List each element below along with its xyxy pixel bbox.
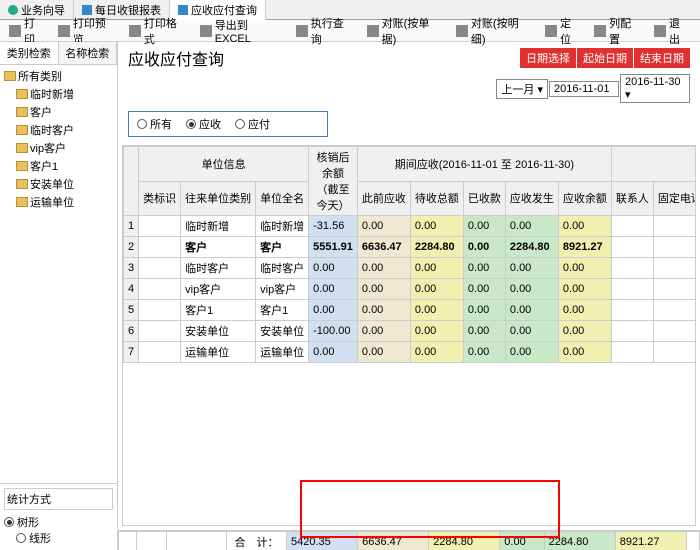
date-from-input[interactable]: 2016-11-01	[549, 81, 619, 97]
tree-item[interactable]: 临时客户	[2, 121, 115, 139]
col-header[interactable]: 应收发生	[505, 181, 558, 216]
filter-all-radio[interactable]: 所有	[137, 116, 172, 132]
tree-item[interactable]: 客户1	[2, 157, 115, 175]
side-tab-name[interactable]: 名称检索	[59, 42, 118, 64]
stat-line-radio[interactable]: 线形	[16, 530, 113, 546]
col-header[interactable]: 应收余额	[558, 181, 611, 216]
date-bar: 日期选择 起始日期 结束日期	[520, 48, 690, 68]
run-icon	[296, 25, 308, 37]
page-title: 应收应付查询	[128, 46, 224, 70]
col-header[interactable]: 单位全名	[256, 181, 309, 216]
table-row[interactable]: 5客户1客户10.000.000.000.000.000.00	[124, 300, 697, 321]
col-header[interactable]: 类标识	[139, 181, 181, 216]
export-excel-button[interactable]: 导出到EXCEL	[197, 16, 287, 46]
date-range-select[interactable]: 上一月 ▾	[496, 79, 548, 99]
tree-root[interactable]: 所有类别	[2, 67, 115, 85]
tree-item[interactable]: 安装单位	[2, 175, 115, 193]
tree-item[interactable]: 客户	[2, 103, 115, 121]
data-grid[interactable]: 单位信息 核销后余额 （截至今天） 期间应收(2016-11-01 至 2016…	[122, 145, 696, 526]
stat-mode: 统计方式 树形 线形	[0, 483, 117, 550]
col-header[interactable]: 已收款	[463, 181, 505, 216]
tree-item[interactable]: vip客户	[2, 139, 115, 157]
folder-icon	[16, 179, 28, 189]
col-header[interactable]: 联系人	[611, 181, 653, 216]
exit-icon	[654, 25, 666, 37]
tree-item[interactable]: 临时新增	[2, 85, 115, 103]
col-header[interactable]: 此前应收	[357, 181, 410, 216]
recon-icon	[456, 25, 468, 37]
col-header[interactable]: 往来单位类别	[181, 181, 256, 216]
excel-icon	[200, 25, 212, 37]
date-to-input[interactable]: 2016-11-30 ▾	[620, 74, 690, 103]
filter-ar-radio[interactable]: 应收	[186, 116, 221, 132]
recon-icon	[367, 25, 379, 37]
date-select-label: 日期选择	[520, 48, 576, 68]
date-to-label: 结束日期	[634, 48, 690, 68]
format-icon	[129, 25, 141, 37]
stat-tree-radio[interactable]: 树形	[4, 514, 113, 530]
content: 应收应付查询 日期选择 起始日期 结束日期 上一月 ▾ 2016-11-01 2…	[118, 42, 700, 550]
folder-icon	[16, 197, 28, 207]
print-icon	[9, 25, 21, 37]
table-row[interactable]: 1临时新增临时新增-31.560.000.000.000.000.00	[124, 216, 697, 237]
folder-icon	[16, 125, 28, 135]
toolbar: 打印 打印预览 打印格式 导出到EXCEL 执行查询 对账(按单据) 对账(按明…	[0, 20, 700, 42]
folder-icon	[16, 143, 28, 153]
table-row[interactable]: 2客户客户5551.916636.472284.800.002284.80892…	[124, 237, 697, 258]
folder-icon	[16, 107, 28, 117]
table-row[interactable]: 3临时客户临时客户0.000.000.000.000.000.00	[124, 258, 697, 279]
totals-label: 合 计：	[227, 532, 287, 550]
side-tab-category[interactable]: 类别检索	[0, 42, 59, 64]
locate-icon	[545, 25, 557, 37]
col-balance: 核销后余额 （截至今天）	[309, 147, 358, 216]
folder-icon	[16, 161, 28, 171]
stat-title: 统计方式	[4, 488, 113, 510]
cols-icon	[594, 25, 606, 37]
totals-row: 合 计：5420.356636.472284.800.002284.808921…	[118, 530, 700, 550]
folder-icon	[16, 89, 28, 99]
col-header[interactable]: 待收总额	[410, 181, 463, 216]
filter-ap-radio[interactable]: 应付	[235, 116, 270, 132]
col-header[interactable]: 固定电话	[653, 181, 696, 216]
col-group-contact: 联系方式	[611, 147, 696, 182]
filter-group: 所有 应收 应付	[128, 111, 328, 137]
col-group-unit: 单位信息	[139, 147, 309, 182]
sidebar: 类别检索 名称检索 所有类别 临时新增客户临时客户vip客户客户1安装单位运输单…	[0, 42, 118, 550]
table-row[interactable]: 4vip客户vip客户0.000.000.000.000.000.00	[124, 279, 697, 300]
table-row[interactable]: 6安装单位安装单位-100.000.000.000.000.000.00	[124, 321, 697, 342]
date-from-label: 起始日期	[577, 48, 633, 68]
category-tree[interactable]: 所有类别 临时新增客户临时客户vip客户客户1安装单位运输单位	[0, 65, 117, 483]
table-row[interactable]: 7运输单位运输单位0.000.000.000.000.000.00	[124, 342, 697, 363]
tree-item[interactable]: 运输单位	[2, 193, 115, 211]
col-group-period: 期间应收(2016-11-01 至 2016-11-30)	[357, 147, 611, 182]
folder-icon	[4, 71, 16, 81]
preview-icon	[58, 25, 70, 37]
